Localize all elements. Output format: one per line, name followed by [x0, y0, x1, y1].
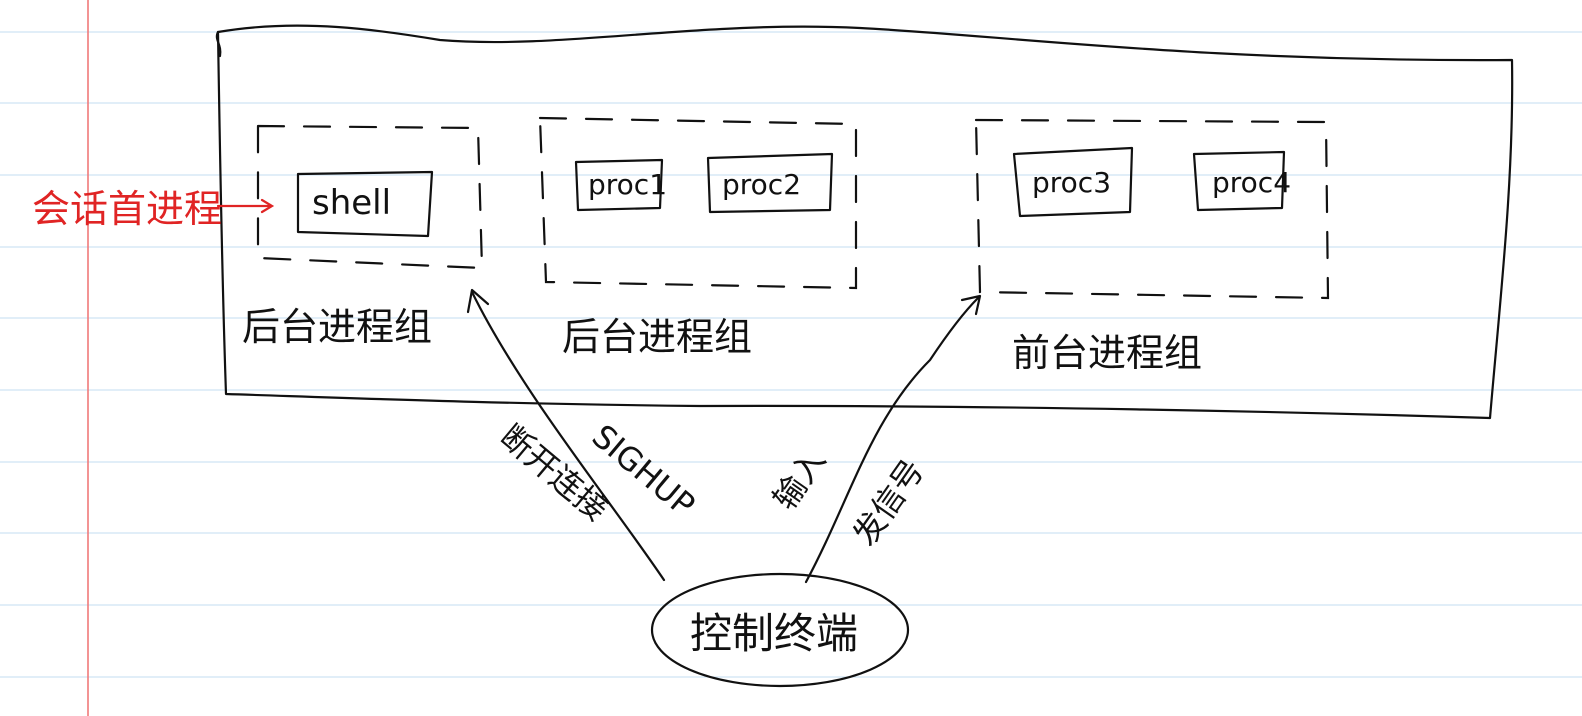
signal-label: 发信号: [845, 452, 931, 552]
proc1-label: proc1: [588, 168, 667, 201]
session-leader-arrow: [216, 198, 275, 214]
group-label-3: 前台进程组: [1012, 331, 1202, 375]
diagram-svg: shell proc1 proc2 proc3 proc4 后台进程组 后台进程…: [0, 0, 1582, 716]
session-leader-label: 会话首进程: [32, 187, 222, 231]
group-box-2: [538, 116, 858, 290]
ruled-lines: [0, 31, 1582, 678]
sighup-arrowhead: [466, 288, 490, 314]
proc2-label: proc2: [722, 168, 801, 201]
input-label: 输入: [765, 442, 833, 516]
proc3-label: proc3: [1032, 166, 1111, 199]
session-box: [216, 24, 1514, 420]
group-label-2: 后台进程组: [562, 315, 752, 359]
shell-label: shell: [312, 183, 391, 223]
terminal-label: 控制终端: [690, 609, 858, 658]
notebook-canvas: shell proc1 proc2 proc3 proc4 后台进程组 后台进程…: [0, 0, 1582, 716]
proc4-label: proc4: [1212, 166, 1291, 199]
input-arrow: [804, 296, 980, 584]
group-label-1: 后台进程组: [242, 305, 432, 349]
